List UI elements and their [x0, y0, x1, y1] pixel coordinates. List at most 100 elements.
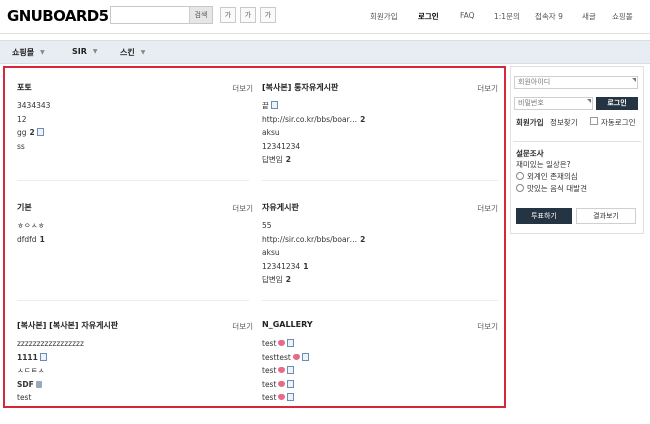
nav-qa-link[interactable]: 1:1문의 [494, 11, 520, 22]
search-input[interactable]: 검색 [110, 6, 213, 24]
latest-box-photo: 포토 더보기 3434343 12 gg 2 ss [17, 82, 253, 182]
comment-count: 2 [360, 234, 366, 244]
latest-box-title[interactable]: [복사본] [복사본] 자유게시판 [17, 320, 118, 331]
search-button[interactable]: 검색 [189, 7, 212, 23]
latest-box-copy-free: [복사본] 통자유게시판 더보기 끝 http://sir.co.kr/bbs/… [262, 82, 498, 182]
list-item[interactable]: ㅎㅇㅅㅎ [17, 219, 45, 233]
list-item[interactable]: ㅅㄷㅌㅅ [17, 364, 84, 378]
more-link[interactable]: 더보기 [477, 203, 498, 214]
latest-list: 끝 http://sir.co.kr/bbs/boar… 2 aksu 12341… [262, 99, 365, 167]
vote-button[interactable]: 투표하기 [516, 208, 572, 224]
list-item[interactable]: test [17, 391, 84, 405]
nav-menu-skin[interactable]: 스킨 ▼ [120, 47, 145, 58]
list-item[interactable]: http://sir.co.kr/bbs/boar… 2 [262, 113, 365, 127]
latest-box-title[interactable]: [복사본] 통자유게시판 [262, 82, 338, 93]
caret-down-icon: ▼ [92, 48, 98, 55]
list-item[interactable]: zzzzzzzzzzzzzzzzz [17, 337, 84, 351]
password-field[interactable]: 비밀번호 [514, 97, 593, 110]
list-item[interactable]: dfdfd 1 [17, 233, 45, 247]
document-icon [287, 339, 295, 347]
nav-menu-shop[interactable]: 쇼핑몰 ▼ [12, 47, 45, 58]
latest-box-basic: 기본 더보기 ㅎㅇㅅㅎ dfdfd 1 [17, 202, 253, 302]
list-item[interactable]: http://sir.co.kr/bbs/boar… 2 [262, 233, 365, 247]
caret-down-icon: ▼ [40, 49, 45, 56]
nav-shop-link[interactable]: 쇼핑몰 [612, 11, 633, 22]
latest-box-copy-copy-free: [복사본] [복사본] 자유게시판 더보기 zzzzzzzzzzzzzzzzz … [17, 320, 253, 406]
poll-option-radio[interactable] [516, 172, 524, 180]
poll-option-label[interactable]: 외계인 존재의심 [527, 171, 578, 182]
nav-menu-sir[interactable]: SIR ▼ [72, 47, 98, 56]
latest-list: zzzzzzzzzzzzzzzzz 1111 ㅅㄷㅌㅅ SDF test [17, 337, 84, 405]
nav-new-posts-link[interactable]: 새글 [582, 11, 596, 22]
login-button[interactable]: 로그인 [596, 97, 638, 110]
join-link[interactable]: 회원가입 [516, 117, 544, 128]
site-logo[interactable]: GNUBOARD5 [7, 7, 109, 25]
list-item[interactable]: SDF [17, 378, 84, 392]
nav-menu-label: SIR [72, 47, 87, 56]
latest-list: test testtest test test test [262, 337, 309, 405]
list-item[interactable]: 답변임 2 [262, 153, 365, 167]
document-icon [270, 101, 278, 109]
latest-box-title[interactable]: 자유게시판 [262, 202, 299, 213]
comment-count: 2 [285, 155, 291, 164]
font-size-small-button[interactable]: 가 [220, 7, 236, 23]
nav-visitors-link[interactable]: 접속자 9 [535, 11, 563, 22]
list-item[interactable]: test [262, 391, 309, 405]
document-icon [287, 379, 295, 388]
comment-count: 2 [285, 275, 291, 284]
more-link[interactable]: 더보기 [477, 83, 498, 94]
document-icon [39, 352, 47, 361]
list-item[interactable]: gg 2 [17, 126, 50, 140]
latest-box-title[interactable]: 포토 [17, 82, 32, 93]
latest-box-free: 자유게시판 더보기 55 http://sir.co.kr/bbs/boar… 2… [262, 202, 498, 302]
view-results-button[interactable]: 결과보기 [576, 208, 636, 224]
font-size-medium-button[interactable]: 가 [240, 7, 256, 23]
list-item[interactable]: 12341234 1 [262, 260, 365, 274]
more-link[interactable]: 더보기 [232, 203, 253, 214]
auto-login-label[interactable]: 자동로그인 [601, 117, 636, 128]
divider [262, 300, 498, 301]
comment-count: 2 [29, 128, 35, 137]
find-account-link[interactable]: 정보찾기 [550, 117, 578, 128]
heart-icon [292, 353, 300, 360]
main-navigation: 쇼핑몰 ▼ SIR ▼ 스킨 ▼ [0, 40, 650, 64]
latest-box-title[interactable]: N_GALLERY [262, 320, 313, 329]
list-item[interactable]: aksu [262, 246, 365, 260]
latest-posts-section: 포토 더보기 3434343 12 gg 2 ss [복사본] 통자유게시판 더보… [3, 66, 506, 408]
document-icon [287, 393, 295, 401]
font-size-large-button[interactable]: 가 [260, 7, 276, 23]
list-item[interactable]: test [262, 337, 309, 351]
user-id-field[interactable]: 회원아이디 [514, 76, 638, 89]
auto-login-checkbox[interactable] [590, 117, 598, 125]
poll-question: 재미있는 일상은? [516, 160, 571, 169]
nav-join-link[interactable]: 회원가입 [370, 11, 398, 22]
poll-option-label[interactable]: 맛있는 음식 대발견 [527, 183, 587, 194]
more-link[interactable]: 더보기 [232, 321, 253, 332]
list-item[interactable]: ss [17, 140, 50, 154]
list-item[interactable]: 55 [262, 219, 365, 233]
document-icon [301, 352, 309, 361]
heart-icon [278, 394, 286, 400]
lock-icon [35, 380, 42, 388]
list-item[interactable]: 12 [17, 113, 50, 127]
more-link[interactable]: 더보기 [477, 321, 498, 332]
heart-icon [278, 367, 286, 373]
poll-option-radio[interactable] [516, 184, 524, 192]
list-item[interactable]: 답변임 2 [262, 273, 365, 287]
nav-faq-link[interactable]: FAQ [460, 11, 475, 20]
latest-box-gallery: N_GALLERY 더보기 test testtest test test te… [262, 320, 498, 406]
more-link[interactable]: 더보기 [232, 83, 253, 94]
list-item[interactable]: 1111 [17, 351, 84, 365]
comment-count: 1 [39, 234, 45, 244]
list-item[interactable]: test [262, 364, 309, 378]
list-item[interactable]: 3434343 [17, 99, 50, 113]
sidebar: 회원아이디 비밀번호 로그인 회원가입 정보찾기 자동로그인 설문조사 재미있는… [510, 66, 644, 234]
latest-box-title[interactable]: 기본 [17, 202, 32, 213]
list-item[interactable]: 12341234 [262, 140, 365, 154]
list-item[interactable]: 끝 [262, 99, 365, 113]
list-item[interactable]: test [262, 378, 309, 392]
list-item[interactable]: aksu [262, 126, 365, 140]
nav-login-link[interactable]: 로그인 [418, 11, 439, 22]
list-item[interactable]: testtest [262, 351, 309, 365]
latest-list: 55 http://sir.co.kr/bbs/boar… 2 aksu 1234… [262, 219, 365, 287]
